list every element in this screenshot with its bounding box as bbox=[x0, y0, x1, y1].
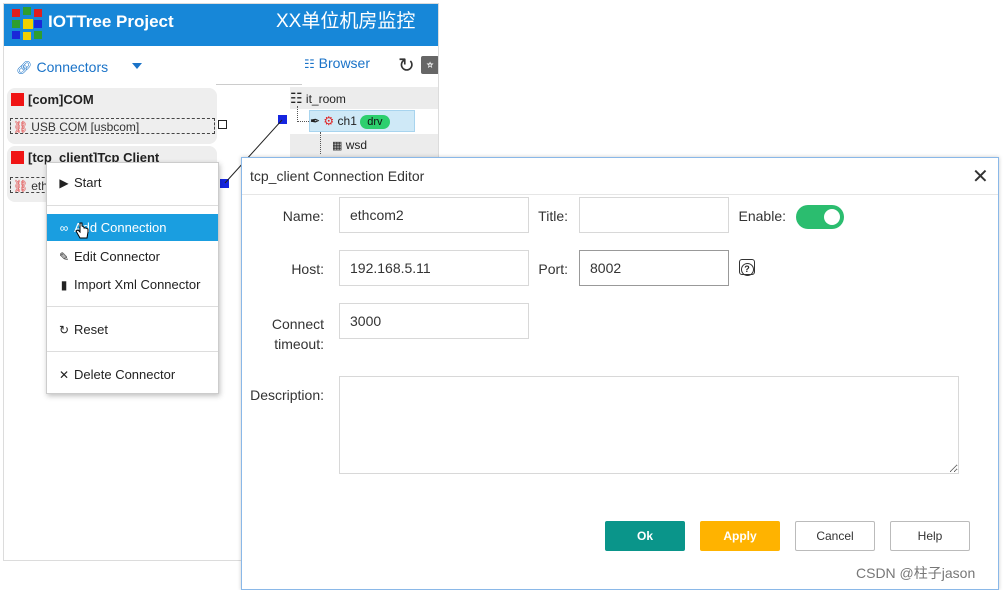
description-label: Description: bbox=[250, 387, 324, 403]
play-icon: ▶ bbox=[59, 176, 69, 190]
refresh-icon: ↻ bbox=[58, 323, 70, 337]
toggle-knob bbox=[824, 209, 840, 225]
host-input[interactable] bbox=[339, 250, 529, 286]
tree-node-root[interactable]: ☷ it_room bbox=[290, 90, 346, 107]
device-icon: ▦ bbox=[332, 140, 343, 152]
cancel-button[interactable]: Cancel bbox=[795, 521, 875, 551]
context-menu: ▶ Start ∞ Add Connection ✎ Edit Connector ▮… bbox=[46, 162, 219, 394]
tree-node-channel-label[interactable]: ✒︎ ⚙︎ ch1 drv bbox=[310, 114, 390, 129]
close-icon[interactable]: ✕ bbox=[972, 164, 989, 189]
tree-line bbox=[320, 132, 321, 154]
help-icon[interactable]: ? bbox=[739, 259, 755, 276]
menu-item-import-xml[interactable]: ▮ Import Xml Connector bbox=[47, 271, 218, 298]
host-label: Host: bbox=[291, 261, 324, 277]
driver-badge: drv bbox=[360, 115, 390, 129]
menu-separator bbox=[47, 205, 218, 206]
pencil-icon: ✎ bbox=[58, 250, 70, 264]
name-label: Name: bbox=[282, 208, 324, 224]
file-icon: ▮ bbox=[60, 278, 68, 292]
name-input[interactable] bbox=[339, 197, 529, 233]
timeout-input[interactable] bbox=[339, 303, 529, 339]
description-textarea[interactable] bbox=[339, 376, 959, 474]
gear-icon: ⚙︎ bbox=[323, 114, 335, 128]
apply-button[interactable]: Apply bbox=[700, 521, 780, 551]
timeout-label: Connect timeout: bbox=[271, 316, 324, 352]
menu-item-edit-connector[interactable]: ✎ Edit Connector bbox=[47, 243, 218, 270]
close-icon: ✕ bbox=[58, 368, 70, 382]
link-icon: ∞ bbox=[59, 221, 69, 235]
help-button[interactable]: Help bbox=[890, 521, 970, 551]
connection-editor-dialog: tcp_client Connection Editor ✕ Name: Tit… bbox=[241, 157, 999, 590]
port-label: Port: bbox=[538, 261, 568, 277]
hand-cursor-icon bbox=[75, 222, 89, 239]
tree-line bbox=[297, 121, 309, 122]
menu-item-start[interactable]: ▶ Start bbox=[47, 169, 218, 196]
tree-node-device[interactable]: ▦ wsd bbox=[332, 138, 367, 152]
menu-item-add-connection[interactable]: ∞ Add Connection bbox=[47, 214, 218, 241]
dialog-title: tcp_client Connection Editor bbox=[250, 168, 425, 184]
ok-button[interactable]: Ok bbox=[605, 521, 685, 551]
title-label: Title: bbox=[538, 208, 568, 224]
title-input[interactable] bbox=[579, 197, 729, 233]
watermark: CSDN @柱子jason bbox=[856, 565, 976, 581]
dialog-header: tcp_client Connection Editor ✕ bbox=[242, 158, 998, 195]
enable-toggle[interactable] bbox=[796, 205, 844, 229]
enable-label: Enable: bbox=[738, 208, 786, 224]
tag-icon: ✒︎ bbox=[310, 114, 321, 128]
menu-separator bbox=[47, 351, 218, 352]
menu-separator bbox=[47, 306, 218, 307]
menu-item-reset[interactable]: ↻ Reset bbox=[47, 316, 218, 343]
tree-line bbox=[297, 106, 298, 122]
menu-item-delete-connector[interactable]: ✕ Delete Connector bbox=[47, 361, 218, 388]
port-input[interactable] bbox=[579, 250, 729, 286]
sitemap-icon: ☷ bbox=[290, 90, 303, 106]
